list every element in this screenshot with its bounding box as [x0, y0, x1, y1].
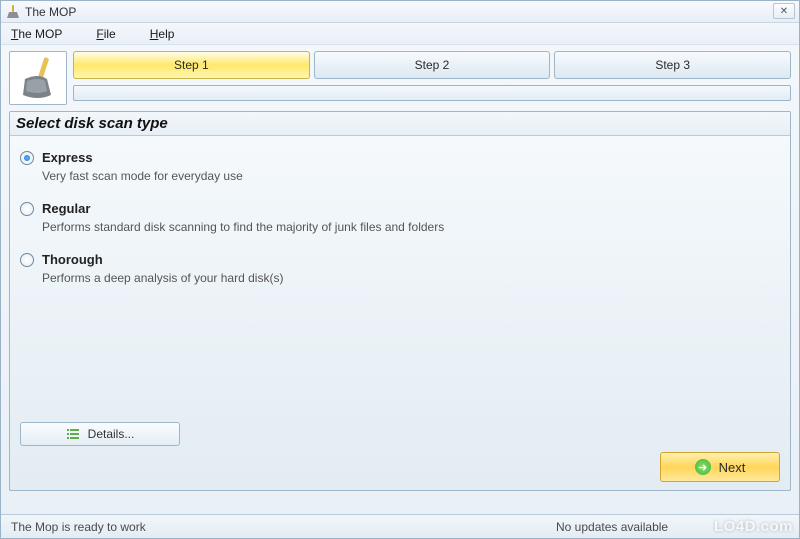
step-tabs: Step 1 Step 2 Step 3	[73, 51, 791, 79]
arrow-right-icon: ➜	[695, 459, 711, 475]
radio-regular[interactable]	[20, 202, 34, 216]
details-button[interactable]: Details...	[20, 422, 180, 446]
close-button[interactable]: ✕	[773, 3, 795, 19]
next-label: Next	[719, 460, 746, 475]
option-label: Express	[42, 150, 93, 165]
radio-thorough[interactable]	[20, 253, 34, 267]
app-window: The MOP ✕ The MOP File Help Step 1 Step …	[0, 0, 800, 539]
window-title: The MOP	[25, 5, 76, 19]
option-regular[interactable]: Regular	[20, 201, 780, 216]
progress-bar	[73, 85, 791, 101]
next-button[interactable]: ➜ Next	[660, 452, 780, 482]
tab-label: Step 3	[655, 58, 690, 72]
app-logo	[9, 51, 67, 105]
option-thorough[interactable]: Thorough	[20, 252, 780, 267]
close-icon: ✕	[780, 6, 788, 17]
main-panel: Select disk scan type Express Very fast …	[9, 111, 791, 491]
menu-bar: The MOP File Help	[1, 23, 799, 45]
option-desc: Performs standard disk scanning to find …	[42, 220, 780, 234]
details-label: Details...	[88, 427, 135, 441]
title-bar: The MOP ✕	[1, 1, 799, 23]
status-text: The Mop is ready to work	[11, 520, 146, 534]
option-express[interactable]: Express	[20, 150, 780, 165]
tab-step-1[interactable]: Step 1	[73, 51, 310, 79]
option-label: Regular	[42, 201, 90, 216]
menu-file[interactable]: File	[96, 27, 115, 41]
menu-the-mop[interactable]: The MOP	[11, 27, 62, 41]
radio-express[interactable]	[20, 151, 34, 165]
updates-text: No updates available	[556, 520, 668, 534]
menu-help[interactable]: Help	[150, 27, 175, 41]
tab-step-3[interactable]: Step 3	[554, 51, 791, 79]
tab-step-2[interactable]: Step 2	[314, 51, 551, 79]
panel-body: Express Very fast scan mode for everyday…	[10, 136, 790, 317]
app-icon	[5, 4, 21, 20]
status-bar: The Mop is ready to work No updates avai…	[1, 514, 799, 538]
tab-label: Step 2	[415, 58, 450, 72]
option-desc: Performs a deep analysis of your hard di…	[42, 271, 780, 285]
option-desc: Very fast scan mode for everyday use	[42, 169, 780, 183]
tab-label: Step 1	[174, 58, 209, 72]
list-icon	[66, 427, 80, 441]
steps-right: Step 1 Step 2 Step 3	[73, 51, 791, 105]
steps-area: Step 1 Step 2 Step 3	[1, 45, 799, 109]
option-label: Thorough	[42, 252, 103, 267]
panel-title: Select disk scan type	[10, 112, 790, 136]
